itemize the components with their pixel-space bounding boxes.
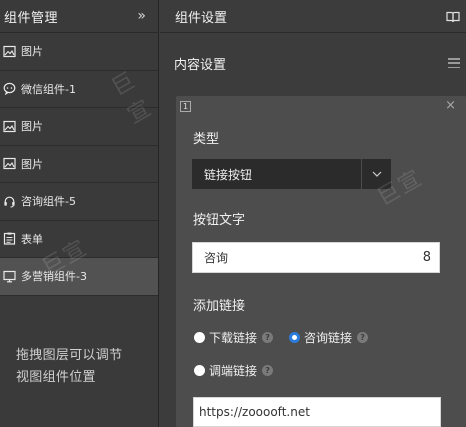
settings-header: 组件设置: [160, 0, 466, 33]
content-settings-title: 内容设置: [174, 57, 227, 73]
layer-list: 图片 微信组件-1 图片 图片 咨询组件-5 表单 多营销组件-3: [0, 33, 158, 296]
radio-label: 调端链接: [209, 364, 258, 378]
form-icon: [3, 232, 16, 245]
layer-item[interactable]: 图片: [0, 108, 158, 146]
help-icon[interactable]: ?: [357, 332, 369, 343]
drag-hint: 拖拽图层可以调节视图组件位置: [16, 348, 123, 385]
radio-label: 咨询链接: [304, 331, 353, 345]
layer-item-label: 表单: [21, 232, 43, 246]
radio-label: 下载链接: [209, 331, 258, 345]
close-icon[interactable]: ×: [445, 98, 456, 113]
layer-panel-header: 组件管理 »: [0, 0, 158, 33]
type-select-value: 链接按钮: [192, 159, 361, 189]
type-select[interactable]: 链接按钮: [192, 159, 391, 189]
help-icon[interactable]: ?: [262, 332, 274, 343]
link-url-value: https://zooooft.net: [199, 405, 310, 419]
radio-button-checked[interactable]: [289, 332, 300, 343]
add-link-label: 添加链接: [193, 299, 246, 314]
type-label: 类型: [193, 132, 220, 147]
radio-consult-link[interactable]: 咨询链接 ?: [289, 329, 369, 346]
layer-item[interactable]: 多营销组件-3: [0, 258, 158, 296]
collapse-icon[interactable]: »: [137, 8, 146, 24]
button-text-value: 咨询: [204, 251, 229, 265]
link-url-input[interactable]: https://zooooft.net: [193, 397, 441, 427]
layer-item-label: 图片: [21, 45, 43, 59]
layer-item[interactable]: 微信组件-1: [0, 71, 158, 108]
layer-item-label: 多营销组件-3: [21, 270, 87, 284]
settings-title: 组件设置: [175, 10, 228, 26]
chat-icon: [3, 82, 16, 96]
layer-item-label: 咨询组件-5: [21, 195, 76, 209]
card-index-badge: 1: [180, 101, 191, 112]
monitor-icon: [3, 270, 16, 283]
image-icon: [3, 120, 16, 133]
content-settings-header: 内容设置: [160, 45, 466, 81]
help-icon[interactable]: ?: [262, 365, 274, 376]
radio-button[interactable]: [194, 365, 205, 376]
layer-item[interactable]: 咨询组件-5: [0, 183, 158, 221]
component-card: 1 × 类型 链接按钮 按钮文字 咨询 8 添加链接 下载链接 ? 咨询链接 ?…: [176, 96, 466, 427]
menu-icon[interactable]: [448, 58, 460, 68]
layer-item[interactable]: 图片: [0, 146, 158, 183]
radio-button[interactable]: [194, 332, 205, 343]
image-icon: [3, 45, 16, 58]
book-icon[interactable]: [446, 9, 460, 23]
chevron-down-icon[interactable]: [361, 159, 391, 189]
layer-item-label: 图片: [21, 157, 43, 171]
layer-panel-title: 组件管理: [4, 10, 59, 26]
button-text-input[interactable]: 咨询 8: [192, 242, 440, 273]
headset-icon: [3, 195, 16, 208]
image-icon: [3, 157, 16, 170]
layer-item[interactable]: 表单: [0, 221, 158, 258]
layer-item-label: 微信组件-1: [21, 82, 76, 96]
char-count: 8: [422, 250, 431, 265]
radio-app-link[interactable]: 调端链接 ?: [194, 362, 274, 379]
button-text-label: 按钮文字: [193, 213, 246, 228]
settings-panel: 组件设置 内容设置 1 × 类型 链接按钮 按钮文字 咨询 8 添加链接 下载链…: [160, 0, 466, 427]
layer-panel: 组件管理 » 图片 微信组件-1 图片 图片 咨询组件-5 表单 多营销组件-3…: [0, 0, 159, 427]
layer-item-label: 图片: [21, 120, 43, 134]
radio-download-link[interactable]: 下载链接 ?: [194, 329, 274, 346]
layer-item[interactable]: 图片: [0, 33, 158, 71]
